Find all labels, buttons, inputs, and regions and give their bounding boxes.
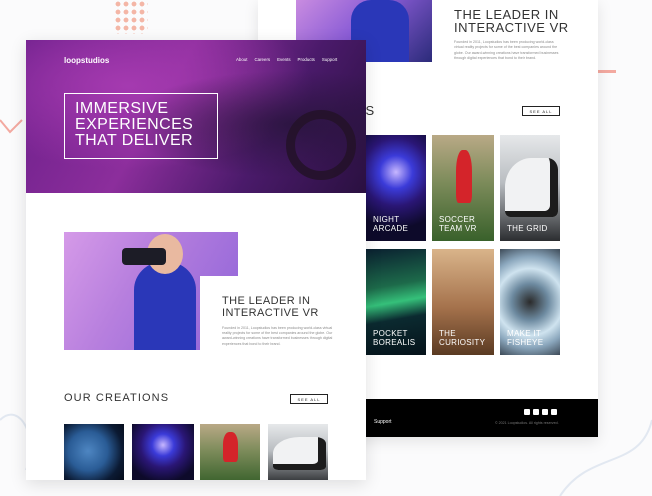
creation-card[interactable]: MAKE IT FISHEYE	[500, 249, 560, 355]
hero-steering-wheel	[286, 110, 356, 180]
leader-card: THE LEADER IN INTERACTIVE VR Founded in …	[200, 276, 366, 368]
creation-card-caption: MAKE IT FISHEYE	[507, 329, 544, 347]
creation-card-caption: POCKET BOREALIS	[373, 329, 416, 347]
hero-line: IMMERSIVE	[75, 100, 169, 117]
creation-card-caption: THE GRID	[507, 223, 548, 233]
front-page-preview: loopstudios About Careers Events Product…	[26, 40, 366, 480]
hero-line: THAT DELIVER	[75, 132, 194, 149]
creation-card[interactable]: SOCCER TEAM VR	[432, 135, 494, 241]
creation-card[interactable]: NIGHT ARCADE	[366, 135, 426, 241]
back-see-all-button[interactable]: SEE ALL	[522, 106, 560, 116]
footer-social-icons	[524, 409, 557, 415]
back-leader-title: THE LEADER IN INTERACTIVE VR	[454, 7, 569, 35]
nav-item-about[interactable]: About	[236, 57, 247, 62]
creation-thumbnail[interactable]	[268, 424, 328, 480]
footer-link-support[interactable]: Support	[374, 419, 392, 425]
nav-item-products[interactable]: Products	[298, 57, 315, 62]
leader-body: Founded in 2011, Loopstudios has been pr…	[222, 326, 333, 346]
facebook-icon[interactable]	[524, 409, 530, 415]
pinterest-icon[interactable]	[542, 409, 548, 415]
creation-thumbnail[interactable]	[132, 424, 194, 480]
nav-item-careers[interactable]: Careers	[254, 57, 270, 62]
creation-card[interactable]: THE CURIOSITY	[432, 249, 494, 355]
creation-card-caption: NIGHT ARCADE	[373, 215, 409, 233]
creation-card-caption: SOCCER TEAM VR	[439, 215, 477, 233]
creation-card-caption: THE CURIOSITY	[439, 329, 486, 347]
logo[interactable]: loopstudios	[64, 56, 109, 65]
creation-thumbnail[interactable]	[200, 424, 260, 480]
creation-card[interactable]: THE GRID	[500, 135, 560, 241]
screenshot-stage: THE LEADER IN INTERACTIVE VR Founded in …	[0, 0, 652, 496]
leader-title: THE LEADER IN INTERACTIVE VR	[222, 295, 319, 319]
back-leader-body: Founded in 2011, Loopstudios has been pr…	[454, 40, 559, 61]
nav-item-support[interactable]: Support	[322, 57, 337, 62]
hero-section: loopstudios About Careers Events Product…	[26, 40, 366, 193]
nav-item-events[interactable]: Events	[277, 57, 290, 62]
main-nav: About Careers Events Products Support	[236, 57, 337, 62]
our-creations-heading: OUR CREATIONS	[64, 392, 170, 404]
instagram-icon[interactable]	[551, 409, 557, 415]
creation-card[interactable]: POCKET BOREALIS	[366, 249, 426, 355]
footer-copyright: © 2021 Loopstudios. All rights reserved.	[495, 421, 559, 425]
hero-headline-box: IMMERSIVE EXPERIENCES THAT DELIVER	[64, 93, 218, 159]
twitter-icon[interactable]	[533, 409, 539, 415]
hero-line: EXPERIENCES	[75, 116, 194, 133]
creation-thumbnail[interactable]	[64, 424, 124, 480]
vr-headset	[122, 248, 166, 265]
see-all-button[interactable]: SEE ALL	[290, 394, 328, 404]
